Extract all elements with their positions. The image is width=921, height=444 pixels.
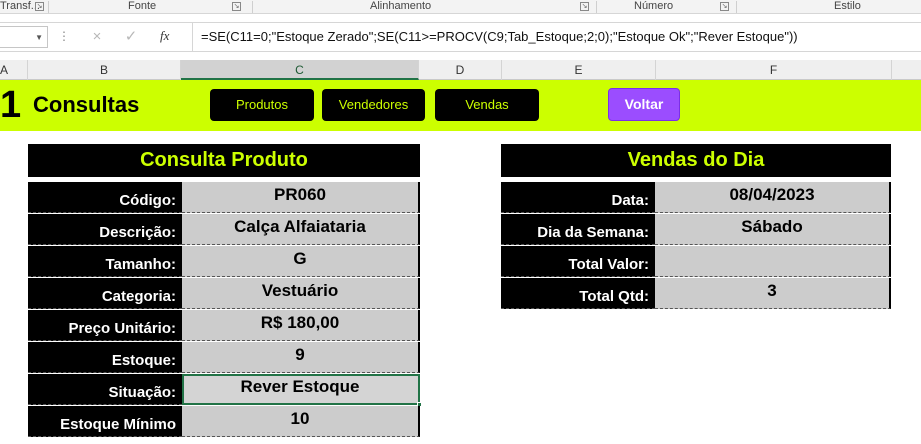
chevron-down-icon[interactable]: ▼ <box>35 33 43 42</box>
ribbon-group-label: Fonte <box>128 0 157 12</box>
produtos-button[interactable]: Produtos <box>210 89 314 121</box>
column-headers: A B C D E F <box>0 60 921 80</box>
table-row: Preço Unitário: R$ 180,00 <box>28 310 420 341</box>
column-header-e[interactable]: E <box>502 60 656 80</box>
column-header-d[interactable]: D <box>419 60 502 80</box>
ribbon-separator <box>736 1 737 13</box>
column-header-a[interactable]: A <box>0 60 28 80</box>
ribbon-group-label: Número <box>634 0 674 12</box>
table-row: Data: 08/04/2023 <box>501 182 891 213</box>
table-row: Tamanho: G <box>28 246 420 277</box>
page-title: Consultas <box>33 92 140 117</box>
field-label: Situação: <box>28 374 182 405</box>
column-header-f[interactable]: F <box>656 60 892 80</box>
field-value-descricao[interactable]: Calça Alfaiataria <box>182 214 420 245</box>
consulta-produto-title: Consulta Produto <box>28 144 420 177</box>
dialog-launcher-icon[interactable]: ↘ <box>580 2 589 11</box>
table-row: Estoque: 9 <box>28 342 420 373</box>
table-row: Total Qtd: 3 <box>501 278 891 309</box>
field-value-estoque-minimo[interactable]: 10 <box>182 406 420 437</box>
logo: 1 <box>0 84 21 126</box>
dialog-launcher-icon[interactable]: ↘ <box>720 2 729 11</box>
voltar-button[interactable]: Voltar <box>608 88 680 121</box>
field-value-codigo[interactable]: PR060 <box>182 182 420 213</box>
field-label: Estoque Mínimo <box>28 406 182 437</box>
field-value-total-valor[interactable] <box>655 246 891 277</box>
field-value-dia-da-semana[interactable]: Sábado <box>655 214 891 245</box>
field-value-total-qtd[interactable]: 3 <box>655 278 891 309</box>
ribbon-group-fonte: Fonte ↘ <box>50 0 250 14</box>
ribbon-group-labels: Transf... ↘ Fonte ↘ Alinhamento ↘ Número… <box>0 0 921 14</box>
formula-bar-resize-handle-icon[interactable]: ⋮ <box>58 29 70 43</box>
vendas-button[interactable]: Vendas <box>435 89 539 121</box>
cancel-icon[interactable]: × <box>86 27 108 47</box>
table-row: Descrição: Calça Alfaiataria <box>28 214 420 245</box>
field-value-tamanho[interactable]: G <box>182 246 420 277</box>
field-label: Estoque: <box>28 342 182 373</box>
table-row: Dia da Semana: Sábado <box>501 214 891 245</box>
field-label: Total Valor: <box>501 246 655 277</box>
field-value-situacao[interactable]: Rever Estoque <box>182 374 420 405</box>
ribbon-separator <box>48 1 49 13</box>
ribbon-separator <box>596 1 597 13</box>
insert-function-icon[interactable]: fx <box>160 28 169 44</box>
header-band: 1 Consultas Produtos Vendedores Vendas V… <box>0 80 921 131</box>
field-value-categoria[interactable]: Vestuário <box>182 278 420 309</box>
field-value-estoque[interactable]: 9 <box>182 342 420 373</box>
field-label: Total Qtd: <box>501 278 655 309</box>
field-label: Preço Unitário: <box>28 310 182 341</box>
name-box[interactable]: ▼ <box>0 26 48 48</box>
dialog-launcher-icon[interactable]: ↘ <box>232 2 241 11</box>
field-label: Dia da Semana: <box>501 214 655 245</box>
formula-bar: ▼ ⋮ × ✓ fx =SE(C11=0;"Estoque Zerado";SE… <box>0 22 921 52</box>
table-row: Código: PR060 <box>28 182 420 213</box>
ribbon-separator <box>252 1 253 13</box>
formula-input[interactable]: =SE(C11=0;"Estoque Zerado";SE(C11>=PROCV… <box>192 23 921 51</box>
vendedores-button[interactable]: Vendedores <box>322 89 425 121</box>
ribbon-group-estilo: Estilo <box>738 0 921 14</box>
ribbon-group-label: Transf... <box>0 0 40 12</box>
table-row: Estoque Mínimo 10 <box>28 406 420 437</box>
field-value-preco-unitario[interactable]: R$ 180,00 <box>182 310 420 341</box>
check-icon[interactable]: ✓ <box>120 27 142 47</box>
table-row: Situação: Rever Estoque <box>28 374 420 405</box>
ribbon-group-transform: Transf... ↘ <box>0 0 46 14</box>
table-row: Categoria: Vestuário <box>28 278 420 309</box>
table-row: Total Valor: <box>501 246 891 277</box>
field-value-data[interactable]: 08/04/2023 <box>655 182 891 213</box>
column-header-g[interactable] <box>892 60 921 80</box>
field-label: Tamanho: <box>28 246 182 277</box>
field-label: Data: <box>501 182 655 213</box>
ribbon-group-label: Alinhamento <box>370 0 432 12</box>
field-label: Categoria: <box>28 278 182 309</box>
column-header-b[interactable]: B <box>28 60 181 80</box>
column-header-c[interactable]: C <box>181 60 419 80</box>
field-label: Código: <box>28 182 182 213</box>
ribbon-group-label: Estilo <box>834 0 861 12</box>
ribbon-group-numero: Número ↘ <box>598 0 734 14</box>
vendas-do-dia-title: Vendas do Dia <box>501 144 891 177</box>
field-label: Descrição: <box>28 214 182 245</box>
dialog-launcher-icon[interactable]: ↘ <box>35 2 44 11</box>
ribbon-group-alinhamento: Alinhamento ↘ <box>254 0 594 14</box>
